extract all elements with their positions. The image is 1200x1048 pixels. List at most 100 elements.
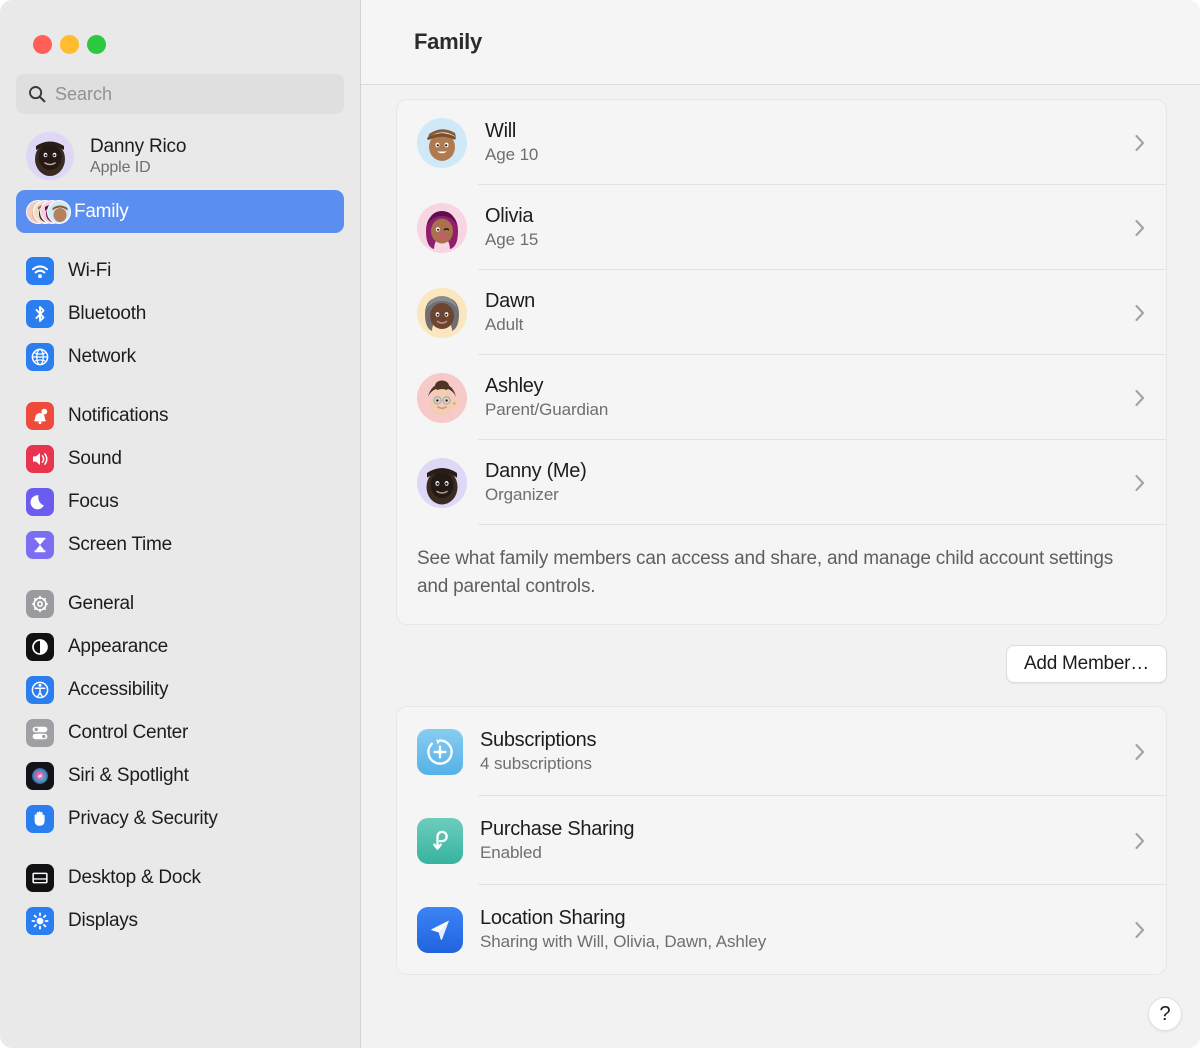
sidebar: Danny Rico Apple ID Family	[0, 0, 361, 1048]
search-icon	[28, 85, 46, 103]
service-title: Subscriptions	[480, 729, 1134, 752]
avatar	[417, 373, 467, 423]
sidebar-item-family[interactable]: Family	[16, 190, 344, 233]
system-settings-window: Danny Rico Apple ID Family	[0, 0, 1200, 1048]
member-role: Parent/Guardian	[485, 400, 1134, 420]
help-button[interactable]: ?	[1148, 997, 1182, 1031]
service-subtitle: Sharing with Will, Olivia, Dawn, Ashley	[480, 932, 1134, 952]
window-titlebar: Family	[361, 0, 1200, 85]
add-member-row: Add Member…	[396, 645, 1167, 683]
sidebar-item-label: Notifications	[68, 405, 168, 427]
family-member-row-ashley[interactable]: Ashley Parent/Guardian	[397, 355, 1166, 440]
chevron-right-icon	[1134, 742, 1146, 762]
bluetooth-icon	[26, 300, 54, 328]
sidebar-item-label: Bluetooth	[68, 303, 146, 325]
avatar	[26, 132, 74, 180]
sidebar-item-label: Sound	[68, 448, 122, 470]
sidebar-item-label: Wi-Fi	[68, 260, 111, 282]
service-title: Location Sharing	[480, 907, 1134, 930]
chevron-right-icon	[1134, 303, 1146, 323]
network-globe-icon	[26, 343, 54, 371]
sidebar-item-label: Appearance	[68, 636, 168, 658]
service-text: Location Sharing Sharing with Will, Oliv…	[480, 907, 1134, 952]
accessibility-icon	[26, 676, 54, 704]
search-input[interactable]	[55, 84, 332, 105]
member-text: Ashley Parent/Guardian	[485, 375, 1134, 420]
desktop-dock-icon	[26, 864, 54, 892]
sidebar-divider-1	[0, 233, 360, 249]
sidebar-item-wi-fi[interactable]: Wi-Fi	[16, 249, 344, 292]
sidebar-item-notifications[interactable]: Notifications	[16, 394, 344, 437]
chevron-right-icon	[1134, 920, 1146, 940]
sidebar-item-accessibility[interactable]: Accessibility	[16, 668, 344, 711]
sidebar-account-danny[interactable]: Danny Rico Apple ID	[16, 124, 344, 188]
member-text: Dawn Adult	[485, 290, 1134, 335]
gear-icon	[26, 590, 54, 618]
service-row-purchase-sharing[interactable]: Purchase Sharing Enabled	[397, 796, 1166, 885]
service-row-location-sharing[interactable]: Location Sharing Sharing with Will, Oliv…	[397, 885, 1166, 974]
purchase-sharing-icon	[417, 818, 463, 864]
sidebar-item-displays[interactable]: Displays	[16, 899, 344, 942]
member-role: Adult	[485, 315, 1134, 335]
service-title: Purchase Sharing	[480, 818, 1134, 841]
sidebar-item-desktop-and-dock[interactable]: Desktop & Dock	[16, 856, 344, 899]
close-button[interactable]	[33, 35, 52, 54]
zoom-button[interactable]	[87, 35, 106, 54]
family-member-row-danny[interactable]: Danny (Me) Organizer	[397, 440, 1166, 525]
service-subtitle: 4 subscriptions	[480, 754, 1134, 774]
sidebar-item-control-center[interactable]: Control Center	[16, 711, 344, 754]
sidebar-item-privacy-and-security[interactable]: Privacy & Security	[16, 797, 344, 840]
page-title: Family	[414, 29, 482, 55]
sidebar-item-label: Siri & Spotlight	[68, 765, 189, 787]
sidebar-item-label: Desktop & Dock	[68, 867, 201, 889]
service-subtitle: Enabled	[480, 843, 1134, 863]
sidebar-item-appearance[interactable]: Appearance	[16, 625, 344, 668]
sidebar-item-general[interactable]: General	[16, 582, 344, 625]
account-name: Danny Rico	[90, 136, 186, 158]
hand-icon	[26, 805, 54, 833]
displays-brightness-icon	[26, 907, 54, 935]
family-member-row-will[interactable]: Will Age 10	[397, 100, 1166, 185]
moon-icon	[26, 488, 54, 516]
sidebar-divider-3	[0, 566, 360, 582]
chevron-right-icon	[1134, 473, 1146, 493]
add-member-button[interactable]: Add Member…	[1006, 645, 1167, 683]
traffic-lights	[0, 0, 360, 54]
member-role: Organizer	[485, 485, 1134, 505]
member-name: Olivia	[485, 205, 1134, 228]
sidebar-item-bluetooth[interactable]: Bluetooth	[16, 292, 344, 335]
sidebar-item-label: Privacy & Security	[68, 808, 218, 830]
speaker-icon	[26, 445, 54, 473]
control-center-icon	[26, 719, 54, 747]
search-field[interactable]	[16, 74, 344, 114]
sidebar-item-label: Displays	[68, 910, 138, 932]
family-member-row-dawn[interactable]: Dawn Adult	[397, 270, 1166, 355]
location-sharing-icon	[417, 907, 463, 953]
wifi-icon	[26, 257, 54, 285]
service-row-subscriptions[interactable]: Subscriptions 4 subscriptions	[397, 707, 1166, 796]
sidebar-item-network[interactable]: Network	[16, 335, 344, 378]
sidebar-item-label: Control Center	[68, 722, 188, 744]
avatar	[417, 458, 467, 508]
member-name: Ashley	[485, 375, 1134, 398]
family-services-card: Subscriptions 4 subscriptions	[396, 706, 1167, 975]
hourglass-icon	[26, 531, 54, 559]
appearance-contrast-icon	[26, 633, 54, 661]
sidebar-item-sound[interactable]: Sound	[16, 437, 344, 480]
sidebar-item-label: Accessibility	[68, 679, 168, 701]
account-text: Danny Rico Apple ID	[90, 136, 186, 177]
sidebar-item-siri-and-spotlight[interactable]: Siri & Spotlight	[16, 754, 344, 797]
bell-icon	[26, 402, 54, 430]
main-panel: Family	[361, 0, 1200, 1048]
member-role: Age 15	[485, 230, 1134, 250]
minimize-button[interactable]	[60, 35, 79, 54]
sidebar-divider-4	[0, 840, 360, 856]
member-role: Age 10	[485, 145, 1134, 165]
member-name: Will	[485, 120, 1134, 143]
content-area: Will Age 10	[361, 85, 1200, 1048]
sidebar-item-screen-time[interactable]: Screen Time	[16, 523, 344, 566]
sidebar-item-focus[interactable]: Focus	[16, 480, 344, 523]
member-name: Danny (Me)	[485, 460, 1134, 483]
family-member-row-olivia[interactable]: Olivia Age 15	[397, 185, 1166, 270]
subscriptions-icon	[417, 729, 463, 775]
